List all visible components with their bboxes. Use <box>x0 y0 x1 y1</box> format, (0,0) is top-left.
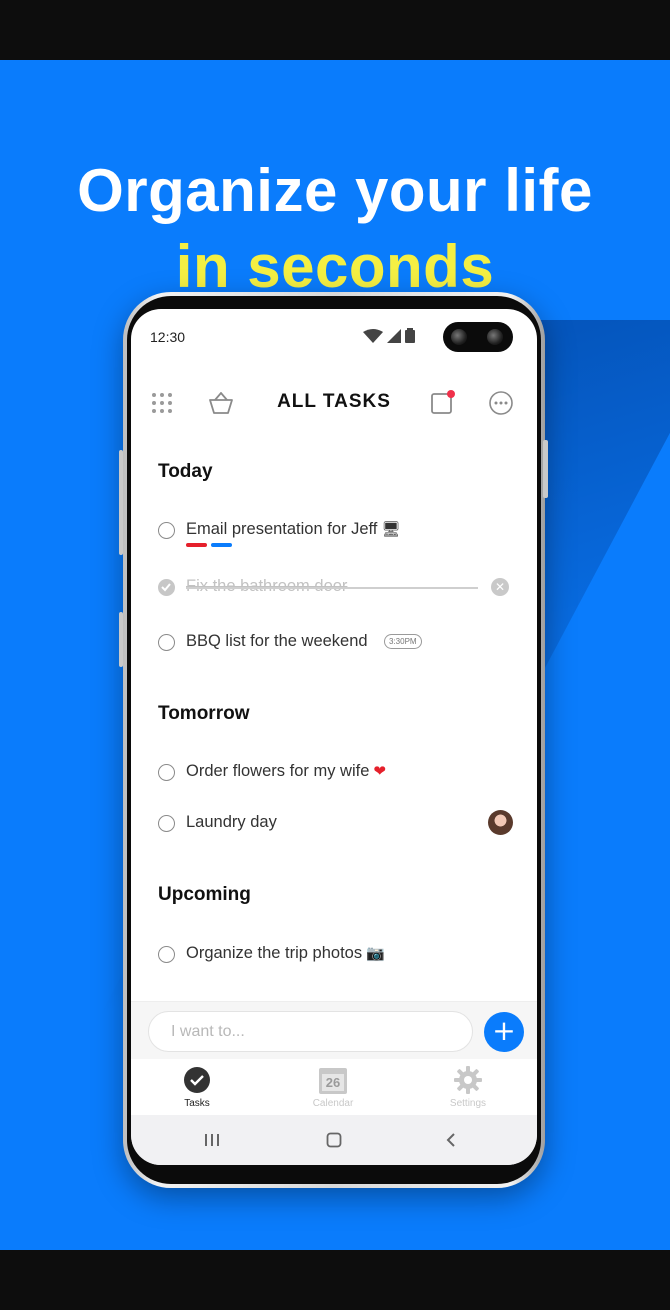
section-title-upcoming: Upcoming <box>158 884 251 905</box>
headline-line-1: Organize your life <box>77 157 593 224</box>
front-camera <box>443 322 513 352</box>
battery-icon <box>405 328 415 343</box>
notifications-icon[interactable] <box>429 389 457 417</box>
system-nav-bar <box>131 1115 537 1165</box>
bottom-black-bar <box>0 1250 670 1310</box>
basket-icon[interactable] <box>207 389 235 417</box>
task-item[interactable]: Order flowers for my wife ❤ <box>158 758 518 786</box>
app-header: ALL TASKS <box>131 381 537 425</box>
computer-emoji: 🖥 <box>381 520 401 538</box>
task-checkbox[interactable] <box>158 764 175 781</box>
quick-add-bar: I want to... + <box>131 1001 537 1059</box>
recent-apps-icon[interactable] <box>204 1133 220 1147</box>
task-item[interactable]: Laundry day <box>158 809 518 837</box>
status-time: 12:30 <box>150 329 186 345</box>
task-item-done[interactable]: Fix the bathroom door ✕ <box>158 573 518 601</box>
headline-line-2: in seconds <box>175 233 495 300</box>
signal-icon <box>387 328 401 343</box>
task-text: Order flowers for my wife ❤ <box>186 762 386 780</box>
task-text: Email presentation for Jeff 🖥 <box>186 520 401 538</box>
strikethrough-line <box>186 587 478 589</box>
task-checkbox[interactable] <box>158 946 175 963</box>
add-task-button[interactable]: + <box>484 1012 524 1052</box>
section-title-tomorrow: Tomorrow <box>158 703 250 724</box>
top-black-bar <box>0 0 670 60</box>
task-item[interactable]: Email presentation for Jeff 🖥 <box>158 516 518 547</box>
task-input[interactable]: I want to... <box>148 1011 473 1052</box>
check-circle-icon <box>184 1067 210 1093</box>
tag-blue <box>211 543 232 547</box>
tab-label: Tasks <box>184 1098 210 1109</box>
task-item[interactable]: BBQ list for the weekend 3:30PM <box>158 628 518 656</box>
section-title-today: Today <box>158 461 213 482</box>
tab-label: Calendar <box>312 1098 354 1109</box>
back-icon[interactable] <box>445 1132 457 1148</box>
tab-calendar[interactable]: 26 Calendar <box>268 1059 398 1115</box>
task-checkbox-checked[interactable] <box>158 579 175 596</box>
camera-lens <box>451 329 467 345</box>
tab-settings[interactable]: Settings <box>403 1059 533 1115</box>
more-options-icon[interactable] <box>487 389 515 417</box>
task-checkbox[interactable] <box>158 815 175 832</box>
task-text: Organize the trip photos 📷 <box>186 944 385 962</box>
check-icon <box>161 583 171 592</box>
phone-screen: 12:30 ALL TASKS Today Email presentation… <box>131 309 537 1165</box>
reminder-time-badge: 3:30PM <box>384 634 422 649</box>
assignee-avatar[interactable] <box>488 810 513 835</box>
gear-icon <box>454 1066 482 1094</box>
phone-side-button-left-1 <box>119 450 123 555</box>
phone-side-button-left-2 <box>119 612 123 667</box>
task-text: BBQ list for the weekend <box>186 632 368 650</box>
phone-side-button-right <box>543 440 548 498</box>
delete-icon[interactable]: ✕ <box>491 578 509 596</box>
status-icons <box>363 328 415 343</box>
heart-emoji: ❤ <box>373 762 386 780</box>
grid-menu-icon[interactable] <box>148 389 176 417</box>
calendar-day: 26 <box>325 1075 341 1090</box>
task-item[interactable]: Organize the trip photos 📷 <box>158 940 518 968</box>
home-icon[interactable] <box>326 1132 342 1148</box>
page-title: ALL TASKS <box>277 391 391 412</box>
task-checkbox[interactable] <box>158 522 175 539</box>
task-text: Laundry day <box>186 813 277 831</box>
tag-red <box>186 543 207 547</box>
camera-lens <box>487 329 503 345</box>
bottom-tab-bar: Tasks 26 Calendar Settings <box>131 1059 537 1115</box>
wifi-icon <box>363 328 383 343</box>
task-checkbox[interactable] <box>158 634 175 651</box>
camera-emoji: 📷 <box>366 944 385 962</box>
tab-label: Settings <box>449 1098 487 1109</box>
tab-tasks[interactable]: Tasks <box>132 1059 262 1115</box>
